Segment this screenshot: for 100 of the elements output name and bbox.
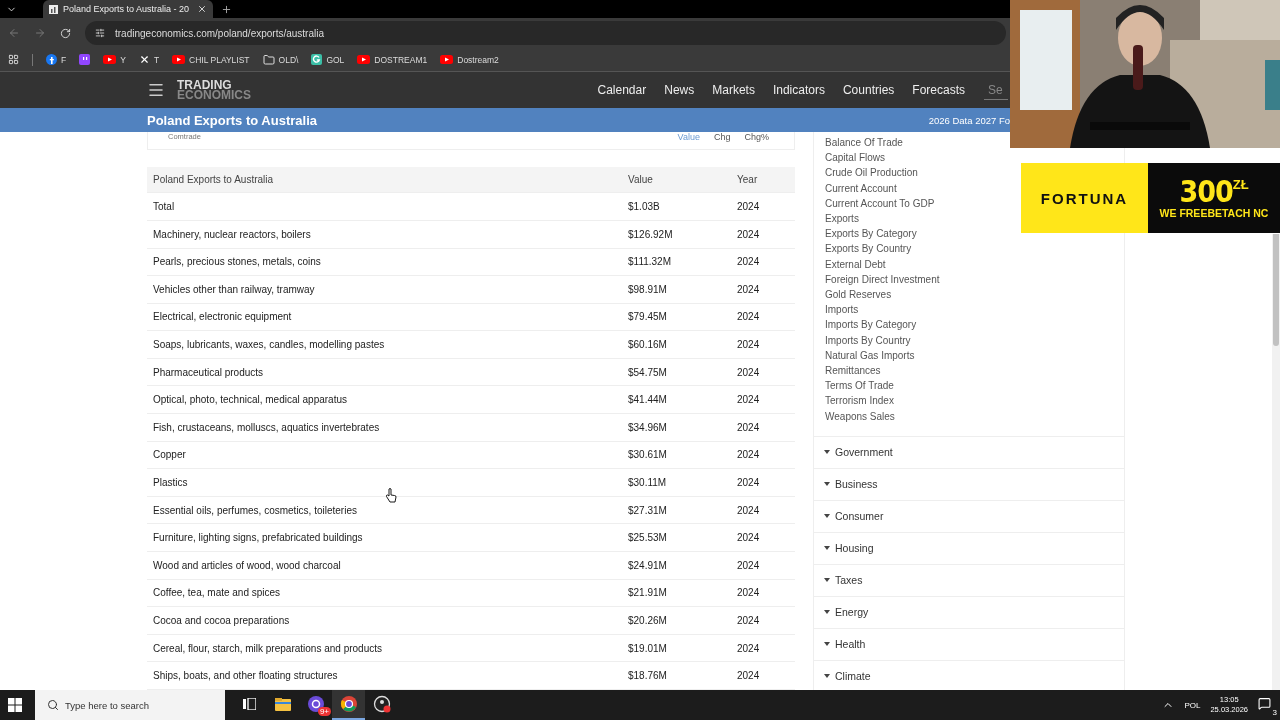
site-settings-icon[interactable] xyxy=(95,28,105,38)
indicator-link[interactable]: Gold Reserves xyxy=(825,287,892,303)
category-section[interactable]: Energy xyxy=(813,596,1125,629)
table-cell-text: $25.53M xyxy=(628,532,668,544)
category-section[interactable]: Health xyxy=(813,628,1125,661)
bookmark[interactable]: CHIL PLAYLIST xyxy=(172,54,250,65)
table-cell[interactable]: Machinery, nuclear reactors, boilers xyxy=(153,228,628,240)
category-section[interactable]: Consumer xyxy=(813,500,1125,533)
bookmark[interactable]: Y xyxy=(103,54,126,65)
table-cell[interactable]: Pearls, precious stones, metals, coins xyxy=(153,256,628,268)
folder-icon[interactable] xyxy=(274,697,291,711)
table-cell[interactable]: Cereal, flour, starch, milk preparations and products xyxy=(153,642,628,654)
new-tab-icon[interactable] xyxy=(221,3,232,15)
table-cell-text: 2024 xyxy=(737,587,761,599)
nav-link[interactable]: News xyxy=(655,83,704,97)
table-cell[interactable]: Essential oils, perfumes, cosmetics, toileteries xyxy=(153,504,628,516)
bookmark[interactable]: T xyxy=(138,54,160,65)
table-cell[interactable]: Cocoa and cocoa preparations xyxy=(153,615,628,626)
address-bar[interactable]: tradingeconomics.com/poland/exports/australia xyxy=(85,21,1006,45)
indicator-link[interactable]: Capital Flows xyxy=(825,150,886,166)
tab-title: Poland Exports to Australia - 20 xyxy=(63,4,191,14)
indicator-link[interactable]: Current Account To GDP xyxy=(825,195,935,211)
nav-link[interactable]: Forecasts xyxy=(903,83,974,97)
windows-icon[interactable] xyxy=(8,698,22,712)
site-logo[interactable]: TRADING ECONOMICS xyxy=(177,80,251,100)
close-icon[interactable] xyxy=(197,4,207,14)
indicator-link[interactable]: Exports xyxy=(825,211,859,227)
table-cell[interactable]: Pharmaceutical products xyxy=(153,366,628,378)
bookmark[interactable]: F xyxy=(46,54,67,65)
table-cell-text: $54.75M xyxy=(628,366,668,378)
indicator-link[interactable]: Terrorism Index xyxy=(825,393,894,409)
nav-link[interactable]: Markets xyxy=(703,83,764,97)
table-cell[interactable]: Electrical, electronic equipment xyxy=(153,311,628,323)
category-section[interactable]: Taxes xyxy=(813,564,1125,597)
indicator-link[interactable]: Foreign Direct Investment xyxy=(825,271,940,288)
category-section[interactable]: Business xyxy=(813,468,1125,501)
table-cell-text: $79.45M xyxy=(628,311,668,323)
bookmark[interactable]: GOL xyxy=(311,54,345,65)
table-cell-text: 2024 xyxy=(737,339,761,351)
table-cell-text: $30.11M xyxy=(628,477,668,489)
table-cell[interactable]: Coffee, tea, mate and spices xyxy=(153,587,628,599)
indicator-link[interactable]: Imports xyxy=(825,302,859,318)
browser-tab[interactable]: Poland Exports to Australia - 20 xyxy=(43,0,213,18)
indicator-link[interactable]: External Debt xyxy=(825,256,886,272)
table-cell-text: 2024 xyxy=(737,228,761,240)
indicator-link[interactable]: Balance Of Trade xyxy=(825,135,903,151)
indicator-link[interactable]: Imports By Country xyxy=(825,332,911,348)
indicator-link[interactable]: Exports By Country xyxy=(825,241,912,257)
indicator-link[interactable]: Weapons Sales xyxy=(825,408,895,424)
category-section[interactable]: Government xyxy=(813,436,1125,469)
table-cell-text: $111.32M xyxy=(628,256,672,268)
language-indicator[interactable]: POL xyxy=(1184,700,1201,710)
table-cell-text: 2024 xyxy=(737,477,761,489)
indicator-link[interactable]: Remittances xyxy=(825,363,881,379)
indicator-link[interactable]: Exports By Category xyxy=(825,226,917,242)
search-icon xyxy=(47,699,59,711)
section-label: Consumer xyxy=(835,510,884,523)
scrollbar[interactable] xyxy=(1272,234,1280,690)
play-icon xyxy=(357,55,371,64)
table-cell-text: $98.91M xyxy=(628,283,668,295)
nav-link[interactable]: Calendar xyxy=(588,83,656,97)
nav-link[interactable]: Indicators xyxy=(763,83,834,97)
reload-icon[interactable] xyxy=(60,27,71,39)
indicator-link[interactable]: Current Account xyxy=(825,180,897,196)
table-cell-text: $34.96M xyxy=(628,421,668,433)
menu-icon[interactable] xyxy=(147,81,165,99)
count-badge: 9+ xyxy=(317,707,331,716)
table-cell[interactable]: Fish, crustaceans, molluscs, aquatics invertebrates xyxy=(153,421,628,433)
site-favicon xyxy=(49,4,58,14)
taskbar-search-field[interactable]: Type here to search xyxy=(35,690,225,720)
table-cell[interactable]: Wood and articles of wood, wood charcoal xyxy=(153,559,628,571)
notice-text: 2026 Data 2027 Fo xyxy=(928,114,1010,126)
indicator-link[interactable]: Terms Of Trade xyxy=(825,378,894,394)
nav-link[interactable]: Countries xyxy=(833,83,904,97)
table-cell-text: 2024 xyxy=(737,642,761,654)
view-tab[interactable]: Chg% xyxy=(744,132,769,142)
view-tab[interactable]: Chg xyxy=(713,132,731,142)
bookmark[interactable]: Dostream2 xyxy=(440,54,499,65)
indicator-link[interactable]: Natural Gas Imports xyxy=(825,347,915,364)
table-cell[interactable]: Copper xyxy=(153,449,628,461)
apps-icon[interactable] xyxy=(8,54,19,65)
table-cell-text: 2024 xyxy=(737,504,761,516)
record-app-icon[interactable] xyxy=(372,695,391,713)
table-cell-text: $21.91M xyxy=(628,587,668,599)
table-cell-text: $18.76M xyxy=(628,670,668,682)
bookmark[interactable]: OLD\ xyxy=(262,53,299,66)
indicator-link[interactable]: Imports By Category xyxy=(825,317,917,333)
table-cell[interactable]: Soaps, lubricants, waxes, candles, modelling pastes xyxy=(153,339,628,351)
table-cell[interactable]: Plastics xyxy=(153,477,628,489)
table-cell[interactable]: Optical, photo, technical, medical apparatus xyxy=(153,394,628,406)
table-cell[interactable]: Furniture, lighting signs, prefabricated buildings xyxy=(153,532,628,544)
table-cell[interactable]: Total xyxy=(153,201,628,213)
task-view-icon[interactable] xyxy=(243,698,256,710)
table-cell[interactable]: Ships, boats, and other floating structures xyxy=(153,670,628,682)
indicator-link[interactable]: Crude Oil Production xyxy=(825,165,918,181)
browser-icon[interactable] xyxy=(339,695,358,713)
category-section[interactable]: Housing xyxy=(813,532,1125,565)
bookmark[interactable]: DOSTREAM1 xyxy=(357,54,428,65)
search-field[interactable]: Se xyxy=(984,80,1008,100)
table-cell[interactable]: Vehicles other than railway, tramway xyxy=(153,283,628,295)
